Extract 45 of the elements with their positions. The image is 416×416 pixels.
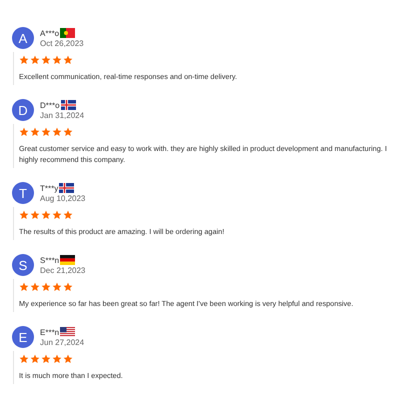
star-icon <box>41 55 51 65</box>
star-icon <box>63 127 73 137</box>
avatar: A <box>12 27 34 49</box>
star-icon <box>52 55 62 65</box>
reviewer-name: T***y <box>40 184 58 192</box>
review-date: Dec 21,2023 <box>40 266 86 275</box>
star-icon <box>19 354 29 364</box>
avatar: S <box>12 254 34 276</box>
star-icon <box>30 210 40 220</box>
reviewer-name: D***o <box>40 100 60 110</box>
star-icon <box>63 210 73 220</box>
star-icon <box>19 55 29 65</box>
star-icon <box>30 55 40 65</box>
star-icon <box>41 282 51 292</box>
star-icon <box>63 282 73 292</box>
star-icon <box>41 210 51 220</box>
review-date: Oct 26,2023 <box>40 39 84 48</box>
flag-icon <box>60 28 76 38</box>
star-icon <box>19 127 29 137</box>
flag-icon <box>59 183 74 193</box>
star-icon <box>52 210 62 220</box>
star-icon <box>30 127 40 137</box>
reviewer-name: A***o <box>40 28 60 38</box>
star-icon <box>41 127 51 137</box>
avatar: T <box>12 182 34 204</box>
flag-icon <box>60 255 76 265</box>
star-icon <box>30 354 40 364</box>
review-date: Aug 10,2023 <box>40 194 86 203</box>
star-icon <box>63 354 73 364</box>
reviewer-name: E***n <box>40 328 60 336</box>
star-icon <box>52 354 62 364</box>
review-date: Jun 27,2024 <box>40 338 84 347</box>
reviewer-name: S***n <box>40 256 60 264</box>
star-icon <box>63 55 73 65</box>
avatar: E <box>12 326 34 348</box>
avatar: D <box>12 99 34 121</box>
star-icon <box>52 127 62 137</box>
star-icon <box>52 282 62 292</box>
star-icon <box>19 282 29 292</box>
star-icon <box>19 210 29 220</box>
star-icon <box>30 282 40 292</box>
flag-icon <box>60 100 76 110</box>
review-date: Jan 31,2024 <box>40 111 84 120</box>
flag-icon <box>60 327 76 337</box>
star-icon <box>41 354 51 364</box>
